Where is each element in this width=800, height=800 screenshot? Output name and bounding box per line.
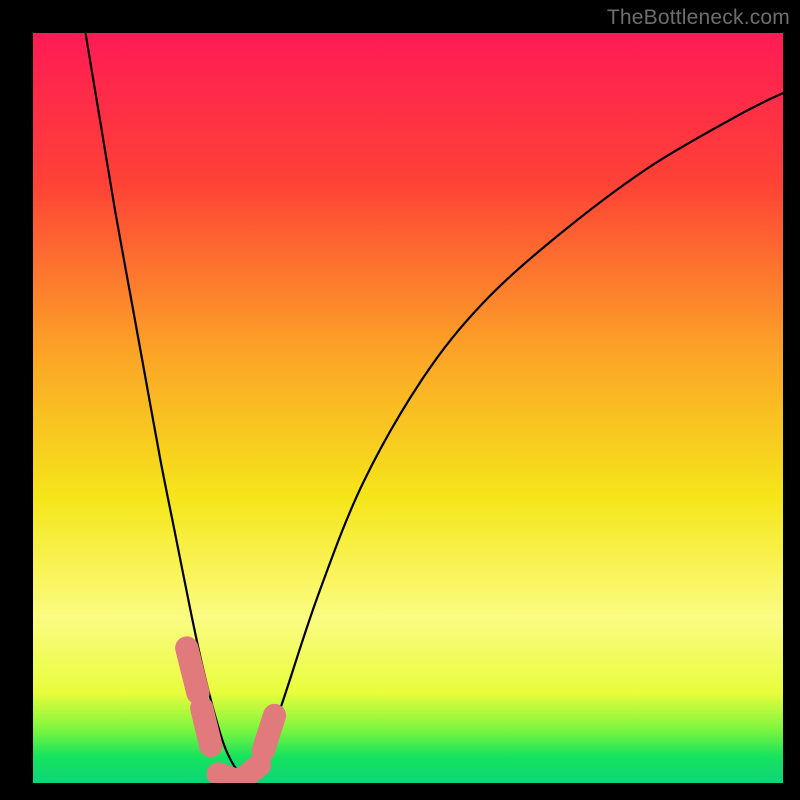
watermark-text: TheBottleneck.com <box>607 6 790 30</box>
gradient-background <box>33 33 783 783</box>
bottleneck-marker <box>187 648 198 693</box>
bottleneck-marker <box>243 765 260 779</box>
chart-svg <box>33 33 783 783</box>
bottleneck-marker <box>202 708 211 746</box>
bottleneck-marker <box>263 716 274 751</box>
plot-area <box>33 33 783 783</box>
canvas-frame: TheBottleneck.com <box>0 0 800 800</box>
